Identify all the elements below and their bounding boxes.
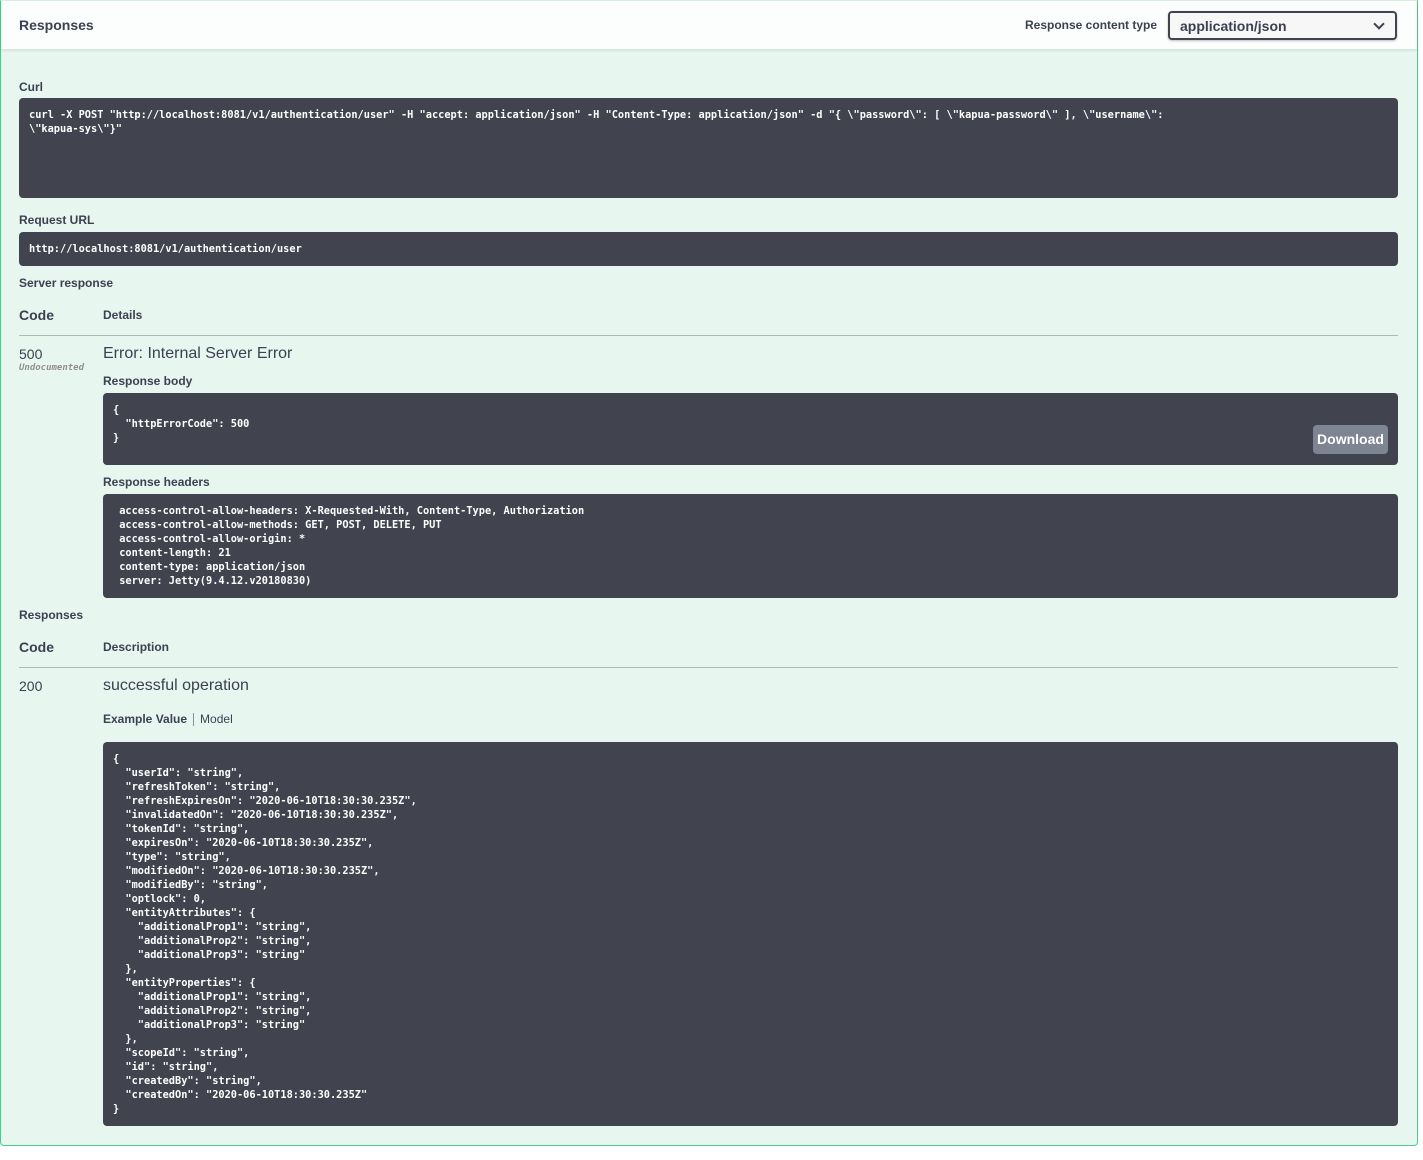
response-description: successful operation	[103, 677, 249, 694]
example-model-tabs: Example Value Model	[103, 712, 233, 726]
request-url-value[interactable]: http://localhost:8081/v1/authentication/…	[19, 232, 1398, 266]
example-value[interactable]: { "userId": "string", "refreshToken": "s…	[103, 742, 1398, 1126]
server-response-details-header: Details	[103, 308, 143, 322]
tab-separator	[193, 712, 195, 726]
response-content-type-label: Response content type	[1025, 18, 1158, 32]
divider	[19, 667, 1398, 668]
response-code-200: 200	[19, 678, 43, 694]
response-content-type-value: application/json	[1180, 18, 1287, 34]
tab-model[interactable]: Model	[200, 712, 233, 726]
responses-code-header: Code	[19, 639, 54, 655]
request-url-label: Request URL	[19, 213, 95, 227]
tab-example-value[interactable]: Example Value	[103, 712, 187, 726]
curl-label: Curl	[19, 80, 43, 94]
curl-command[interactable]: curl -X POST "http://localhost:8081/v1/a…	[19, 98, 1398, 198]
responses-header: Responses Response content type applicat…	[1, 1, 1417, 50]
responses-label: Responses	[19, 608, 84, 622]
responses-title: Responses	[19, 17, 94, 33]
server-response-code: 500	[19, 346, 43, 362]
responses-description-header: Description	[103, 640, 170, 654]
download-button[interactable]: Download	[1313, 425, 1388, 454]
server-response-code-header: Code	[19, 307, 54, 323]
error-title: Error: Internal Server Error	[103, 345, 293, 362]
server-response-label: Server response	[19, 276, 114, 290]
responses-section: Responses Response content type applicat…	[0, 0, 1418, 1146]
chevron-down-icon	[1373, 18, 1385, 30]
response-headers[interactable]: access-control-allow-headers: X-Requeste…	[103, 494, 1398, 598]
response-body-label: Response body	[103, 374, 193, 388]
response-headers-label: Response headers	[103, 475, 210, 489]
response-body[interactable]: { "httpErrorCode": 500 }	[103, 393, 1398, 465]
response-content-type-select[interactable]: application/json	[1168, 11, 1397, 40]
divider	[19, 335, 1398, 336]
undocumented-label: Undocumented	[19, 363, 85, 373]
